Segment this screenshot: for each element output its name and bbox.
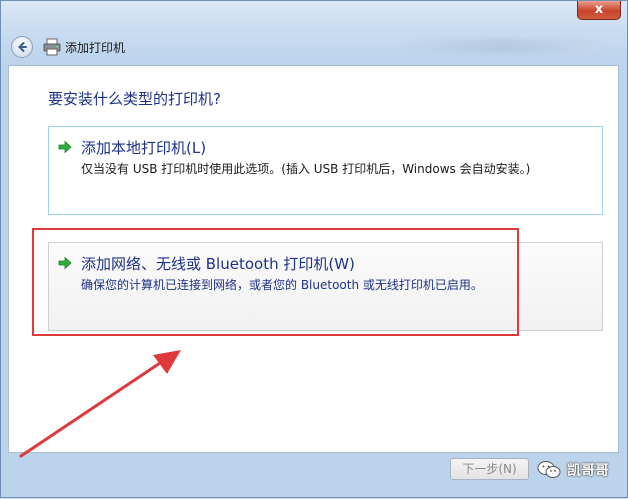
watermark-text: 凯哥哥: [567, 463, 609, 479]
add-printer-window: x 添加打印机 要安装什么类型的打印机? 添加本地打印机(L) 仅当没有 USB…: [0, 0, 628, 498]
wechat-icon: [537, 460, 561, 480]
annotation-arrow: [19, 350, 181, 458]
next-button[interactable]: 下一步(N): [450, 458, 529, 480]
watermark: 凯哥哥: [537, 460, 609, 480]
